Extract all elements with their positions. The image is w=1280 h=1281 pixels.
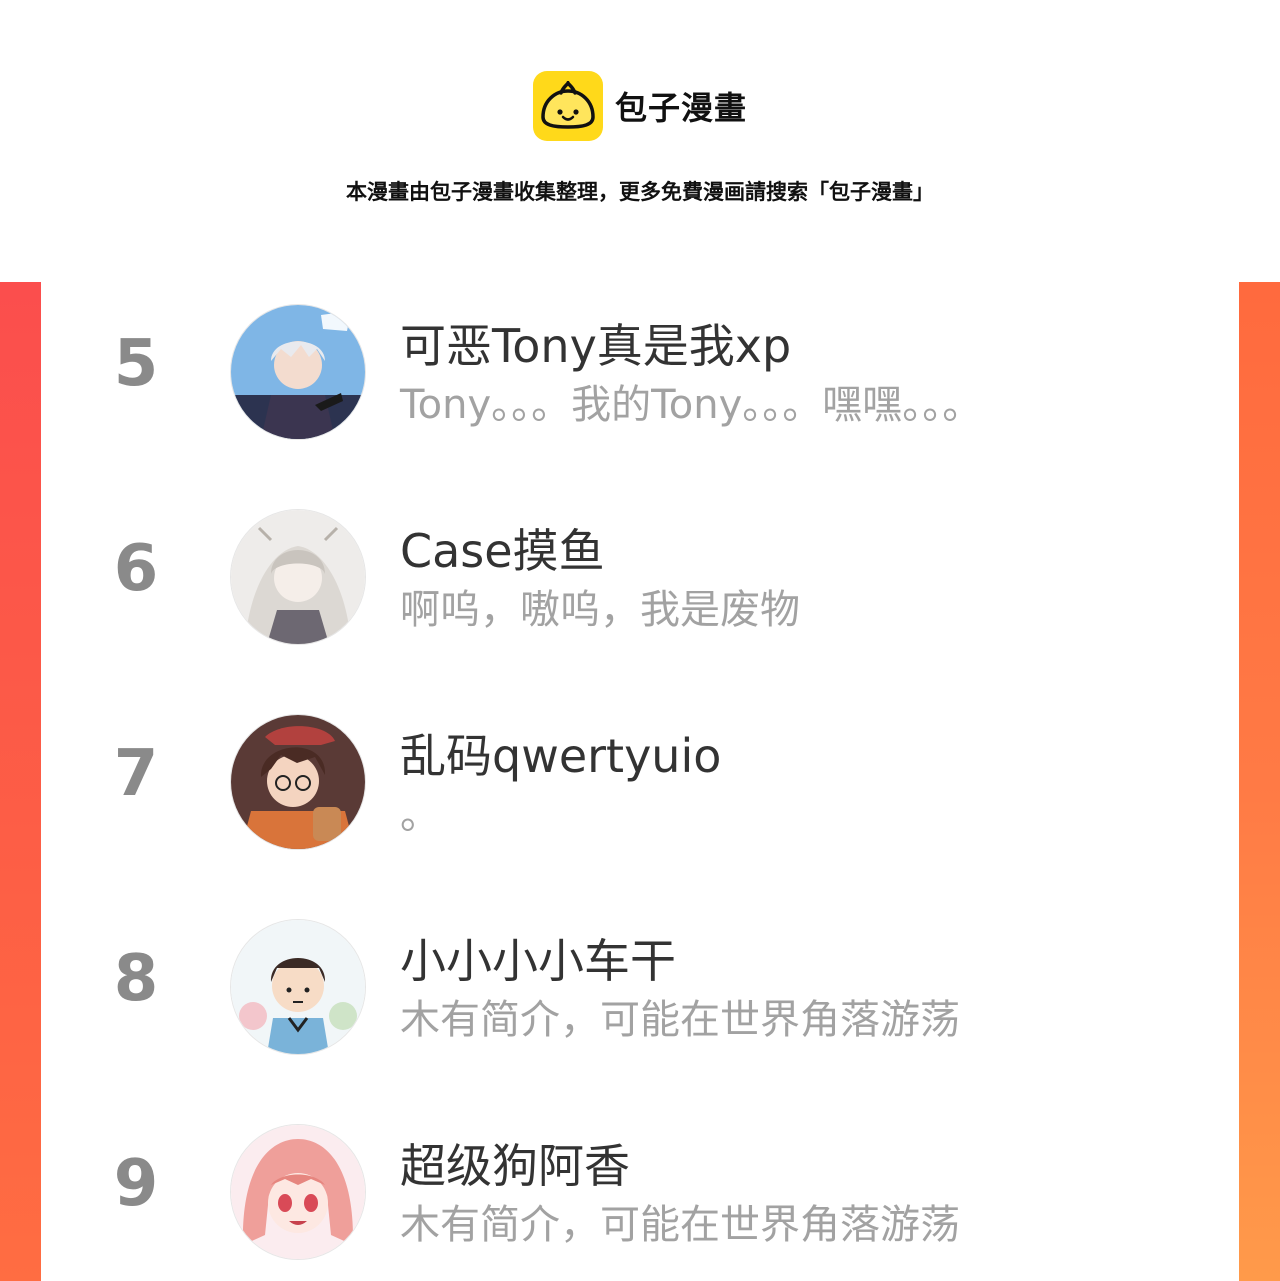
- user-bio: 木有简介，可能在世界角落游荡: [400, 1202, 960, 1248]
- avatar[interactable]: [230, 509, 366, 645]
- rank-number: 8: [113, 942, 159, 1016]
- avatar[interactable]: [230, 919, 366, 1055]
- user-name[interactable]: 小小小小车干: [400, 925, 676, 991]
- bun-logo-icon: [533, 71, 603, 141]
- brand: 包子漫畫: [533, 71, 747, 141]
- watermark-header: 包子漫畫 本漫畫由包子漫畫收集整理，更多免費漫画請搜索「包子漫畫」: [0, 0, 1280, 282]
- rank-number: 7: [113, 737, 159, 811]
- user-name[interactable]: 乱码qwertyuio: [400, 720, 721, 786]
- user-bio: 木有简介，可能在世界角落游荡: [400, 997, 960, 1043]
- ranking-row[interactable]: 7 乱码qwertyuio 。: [41, 702, 1239, 852]
- user-bio: 。: [400, 792, 440, 838]
- brand-name: 包子漫畫: [615, 89, 748, 127]
- avatar[interactable]: [230, 304, 366, 440]
- avatar[interactable]: [230, 714, 366, 850]
- user-bio: 啊呜，嗷呜，我是废物: [400, 587, 800, 633]
- ranking-row[interactable]: 9 超级狗阿香 木有简介，可能在世界角落游荡: [41, 1112, 1239, 1262]
- ranking-row[interactable]: 6 Case摸鱼 啊呜，嗷呜，我是废物: [41, 497, 1239, 647]
- left-accent-band: [0, 282, 41, 1281]
- rank-number: 9: [113, 1147, 159, 1221]
- rank-number: 5: [113, 327, 159, 401]
- ranking-row[interactable]: 8 小小小小车干 木有简介，可能在世界角落游荡: [41, 907, 1239, 1057]
- user-name[interactable]: 超级狗阿香: [400, 1130, 630, 1196]
- source-notice: 本漫畫由包子漫畫收集整理，更多免費漫画請搜索「包子漫畫」: [346, 180, 934, 204]
- right-accent-band: [1239, 282, 1280, 1281]
- ranking-list: 5 可恶Tony真是我xp Tony。。。我的Tony。。。嘿嘿。。。 6 Ca…: [41, 282, 1239, 1281]
- user-bio: Tony。。。我的Tony。。。嘿嘿。。。: [400, 382, 983, 428]
- user-name[interactable]: Case摸鱼: [400, 515, 605, 581]
- rank-number: 6: [113, 532, 159, 606]
- user-name[interactable]: 可恶Tony真是我xp: [400, 310, 791, 376]
- avatar[interactable]: [230, 1124, 366, 1260]
- ranking-row[interactable]: 5 可恶Tony真是我xp Tony。。。我的Tony。。。嘿嘿。。。: [41, 292, 1239, 442]
